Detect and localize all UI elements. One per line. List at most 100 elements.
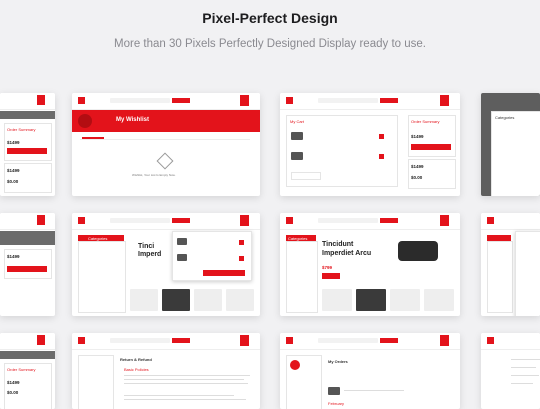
screen-right-partial: Categories (481, 93, 540, 196)
orders-title: My Orders (328, 359, 348, 364)
cart-icon[interactable] (240, 95, 249, 106)
nav-bar (72, 93, 260, 110)
wishlist-title: My Wishlist (116, 117, 149, 123)
checkout-button[interactable] (411, 144, 451, 150)
cart-icon[interactable] (440, 95, 449, 106)
logo-icon (286, 97, 293, 104)
order-summary-box: Order Summary $1499 $0.00 (4, 363, 52, 409)
product-card-1[interactable] (322, 289, 352, 311)
cart-icon[interactable] (37, 95, 45, 105)
cart-icon[interactable] (440, 335, 449, 346)
remove-icon-2[interactable] (379, 154, 384, 159)
cart-icon[interactable] (240, 215, 249, 226)
side-menu (78, 355, 114, 409)
cart-icon[interactable] (37, 215, 45, 225)
order-summary-label: Order Summary (7, 127, 36, 132)
heart-icon (78, 114, 92, 128)
screen-cart: My Cart Order Summary $1499 $1499 $0.00 (280, 93, 460, 196)
cart-title: My Cart (290, 119, 304, 124)
search-button[interactable] (172, 218, 190, 223)
cart-icon[interactable] (440, 215, 449, 226)
product-card-1[interactable] (130, 289, 158, 311)
order-summary-box: Order Summary $1499 (4, 123, 52, 161)
checkout-button[interactable] (7, 148, 47, 154)
logo-icon (487, 217, 494, 224)
summary-box: $1499 (4, 249, 52, 279)
screen-my-orders: My Orders February (280, 333, 460, 409)
product-thumb-2 (291, 152, 303, 160)
product-card-3[interactable] (194, 289, 222, 311)
text-line-2 (124, 379, 244, 380)
nav-bar (0, 93, 55, 110)
search-input[interactable] (110, 338, 170, 343)
product-card-2[interactable] (162, 289, 190, 311)
product-card-4[interactable] (424, 289, 454, 311)
screen-product: Categories Tincidunt Imperdiet Arcu $799 (280, 213, 460, 316)
shop-now-button[interactable] (322, 273, 340, 279)
category-list (487, 241, 513, 313)
popup-checkout-button[interactable] (203, 270, 245, 276)
text-line-5 (124, 399, 246, 400)
checkout-button[interactable] (7, 266, 47, 272)
hero-line-1: Tincidunt (322, 241, 354, 248)
search-input[interactable] (318, 338, 378, 343)
product-card-4[interactable] (226, 289, 254, 311)
continue-shopping-button[interactable] (291, 172, 321, 180)
orders-filter: February (328, 401, 345, 406)
screen-wishlist: My Wishlist Wishlist, Your List Is Empty… (72, 93, 260, 196)
search-button[interactable] (380, 218, 398, 223)
search-button[interactable] (380, 98, 398, 103)
search-input[interactable] (318, 98, 378, 103)
banner (0, 351, 55, 359)
search-input[interactable] (110, 98, 170, 103)
popup-remove-2[interactable] (239, 256, 244, 261)
price-2: $1499 (411, 164, 424, 169)
logo-icon (78, 97, 85, 104)
screen-cart-left-partial-2: $1499 (0, 213, 55, 316)
cart-icon[interactable] (37, 335, 45, 345)
popup-thumb-2 (177, 254, 187, 261)
search-button[interactable] (172, 338, 190, 343)
page-subtitle: More than 30 Pixels Perfectly Designed D… (114, 38, 426, 50)
product-card-3[interactable] (390, 289, 420, 311)
cart-icon[interactable] (240, 335, 249, 346)
divider (80, 139, 250, 140)
price: $1499 (7, 140, 20, 145)
search-input[interactable] (318, 218, 378, 223)
side-panel (515, 231, 540, 316)
popup-remove-1[interactable] (239, 240, 244, 245)
price-2: $0.00 (7, 390, 19, 395)
order-summary-box: Order Summary $1499 (408, 115, 456, 157)
cart-popup (172, 231, 252, 281)
text-line-4 (511, 383, 533, 384)
order-summary-label: Order Summary (7, 367, 36, 372)
screen-return-refund: Return & Refund Basic Policies (72, 333, 260, 409)
categories-label: Categories (495, 115, 515, 120)
product-card-2[interactable] (356, 289, 386, 311)
nav-bar (72, 333, 260, 350)
hero-line-2: Imperdiet Arcu (322, 250, 372, 257)
search-button[interactable] (380, 338, 398, 343)
nav-bar (481, 213, 540, 230)
remove-icon-1[interactable] (379, 134, 384, 139)
screen-right-partial-2 (481, 213, 540, 316)
text-line-3 (511, 375, 539, 376)
price-2: $1499 (7, 168, 20, 173)
search-input[interactable] (110, 218, 170, 223)
text-line-3 (124, 383, 248, 384)
price-3: $0.00 (7, 179, 19, 184)
return-title: Return & Refund (120, 357, 152, 362)
screen-cart-left-partial: Order Summary $1499 $1499 $0.00 (0, 93, 55, 196)
order-line (344, 390, 404, 391)
price: $1499 (7, 380, 20, 385)
wishlist-banner: My Wishlist (72, 110, 260, 132)
text-line-1 (124, 375, 250, 376)
cart-list: My Cart (286, 115, 398, 187)
account-sidebar (286, 355, 322, 409)
text-line-2 (511, 367, 536, 368)
screen-right-partial-3 (481, 333, 540, 409)
nav-bar (280, 93, 460, 110)
search-button[interactable] (172, 98, 190, 103)
tab-active[interactable] (82, 137, 104, 139)
nav-bar (280, 213, 460, 230)
